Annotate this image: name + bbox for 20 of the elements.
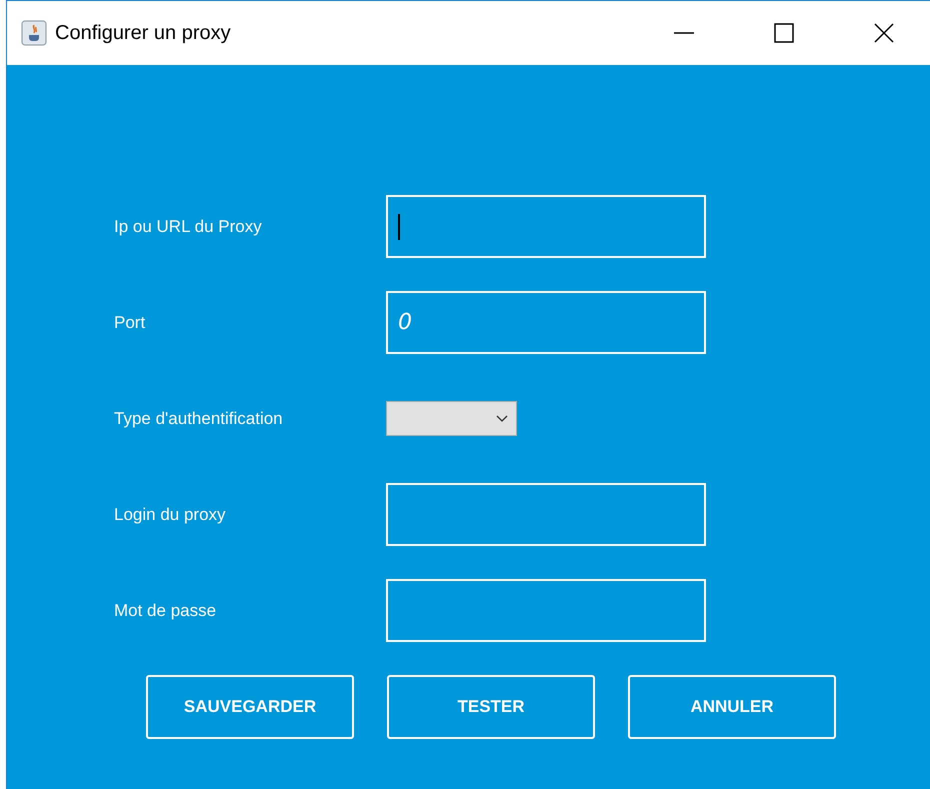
input-field[interactable]	[386, 579, 706, 642]
auth-type-dropdown[interactable]	[386, 401, 517, 436]
close-icon	[874, 23, 894, 43]
input-field[interactable]	[386, 195, 706, 258]
input-field[interactable]	[386, 483, 706, 546]
window-title: Configurer un proxy	[55, 22, 232, 44]
action-button[interactable]: TESTER	[387, 675, 595, 739]
app-icon	[21, 20, 47, 46]
input-field[interactable]: 0	[386, 291, 706, 354]
chevron-down-icon	[496, 414, 508, 422]
field-label: Port	[114, 312, 146, 332]
maximize-icon	[774, 23, 794, 43]
field-label: Login du proxy	[114, 504, 227, 524]
field-value: 0	[398, 310, 412, 335]
field-label: Type d'authentification	[114, 408, 284, 428]
field-label: Mot de passe	[114, 600, 218, 620]
action-button[interactable]: SAUVEGARDER	[146, 675, 354, 739]
minimize-icon	[674, 32, 694, 34]
action-button[interactable]: ANNULER	[628, 675, 836, 739]
field-label: Ip ou URL du Proxy	[114, 216, 263, 236]
